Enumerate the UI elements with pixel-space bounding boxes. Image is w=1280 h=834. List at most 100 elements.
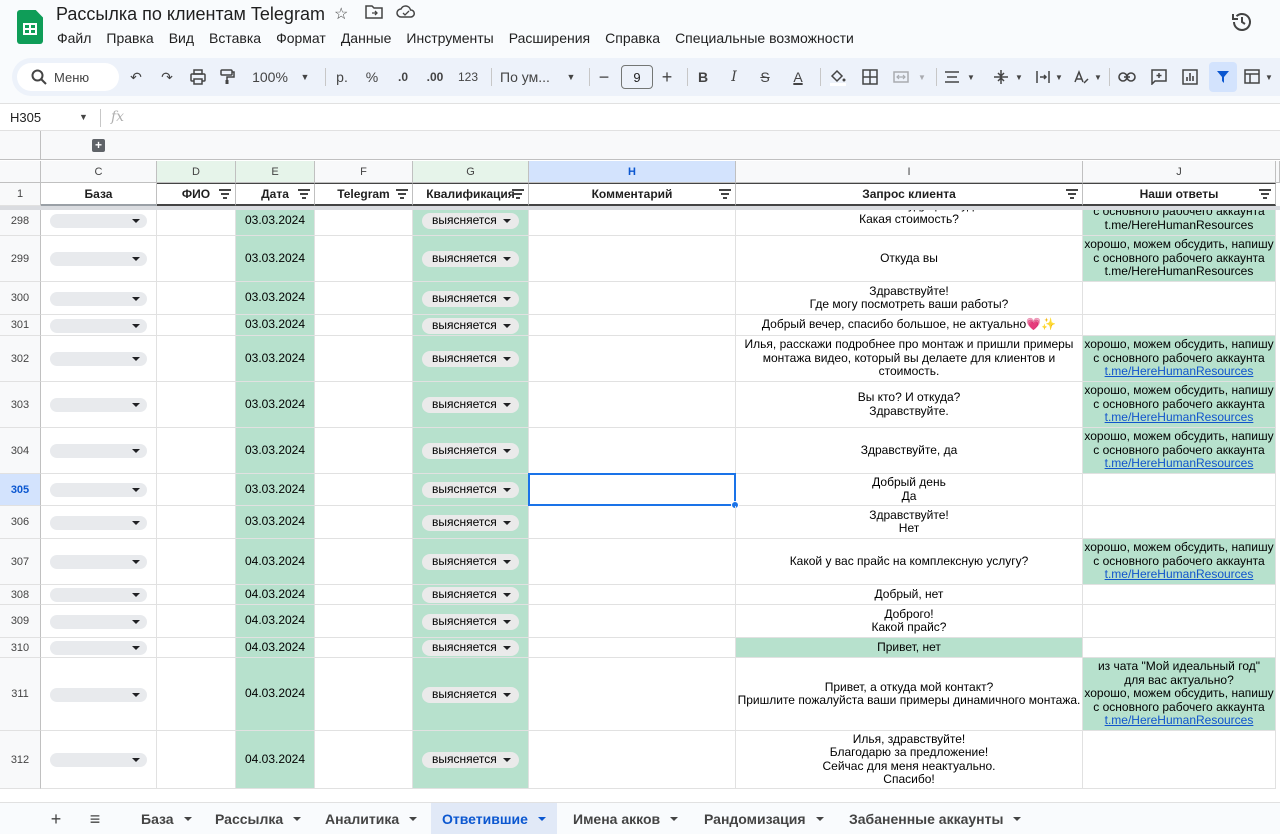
qualification-chip[interactable]: выясняется — [422, 482, 519, 498]
table-cell[interactable] — [315, 658, 413, 731]
table-cell[interactable] — [157, 585, 236, 605]
table-cell[interactable] — [1083, 506, 1276, 539]
row-header[interactable]: 303 — [0, 382, 41, 428]
table-cell[interactable]: 04.03.2024 — [236, 731, 315, 789]
menu-item[interactable]: Вставка — [209, 30, 261, 46]
table-cell[interactable]: Доброго! Какой прайс? — [736, 605, 1083, 638]
base-dropdown[interactable] — [50, 398, 147, 412]
table-cell[interactable]: выясняется — [413, 605, 529, 638]
table-cell[interactable] — [157, 382, 236, 428]
filter-views-chevron-icon[interactable]: ▼ — [1263, 58, 1275, 96]
table-cell[interactable] — [315, 282, 413, 315]
base-dropdown[interactable] — [50, 252, 147, 266]
chevron-down-icon[interactable] — [293, 817, 302, 821]
table-cell[interactable] — [529, 506, 736, 539]
sheet-tab[interactable]: Рандомизация — [693, 803, 835, 834]
table-cell[interactable] — [315, 539, 413, 585]
table-cell[interactable] — [41, 382, 157, 428]
chevron-down-icon[interactable] — [815, 817, 824, 821]
select-all-corner[interactable] — [0, 161, 41, 183]
fill-color-icon[interactable] — [827, 58, 849, 96]
valign-chevron-icon[interactable]: ▼ — [1013, 58, 1025, 96]
table-cell[interactable] — [41, 539, 157, 585]
base-dropdown[interactable] — [50, 214, 147, 228]
table-cell[interactable] — [315, 236, 413, 282]
strikethrough-button[interactable]: S — [755, 58, 775, 96]
menu-item[interactable]: Вид — [169, 30, 194, 46]
font-size-decrease-button[interactable]: − — [596, 58, 612, 96]
increase-decimal-button[interactable]: .00 — [422, 58, 448, 96]
table-cell[interactable] — [315, 585, 413, 605]
name-box-chevron-icon[interactable]: ▼ — [79, 112, 88, 122]
expand-group-icon[interactable]: + — [92, 139, 105, 152]
table-cell[interactable]: хорошо, можем обсудить, напишу с основно… — [1083, 428, 1276, 474]
table-cell[interactable] — [157, 282, 236, 315]
table-cell[interactable] — [157, 638, 236, 658]
row-header[interactable]: 300 — [0, 282, 41, 315]
table-cell[interactable] — [529, 336, 736, 382]
undo-icon[interactable]: ↶ — [125, 58, 147, 96]
paint-format-icon[interactable] — [216, 58, 238, 96]
table-cell[interactable]: выясняется — [413, 236, 529, 282]
wrap-chevron-icon[interactable]: ▼ — [1053, 58, 1065, 96]
table-cell[interactable]: выясняется — [413, 638, 529, 658]
table-cell[interactable] — [315, 336, 413, 382]
column-header-j[interactable]: J — [1083, 161, 1276, 183]
filter-icon[interactable] — [298, 189, 310, 199]
qualification-chip[interactable]: выясняется — [422, 752, 519, 768]
table-cell[interactable]: хорошо, можем обсудить, напишу с основно… — [1083, 236, 1276, 282]
table-cell[interactable] — [529, 539, 736, 585]
name-box[interactable]: H305 — [10, 110, 41, 125]
table-cell[interactable]: Привет, нет — [736, 638, 1083, 658]
reply-link[interactable]: t.me/HereHumanResources — [1105, 456, 1254, 471]
percent-format-button[interactable]: % — [362, 58, 382, 96]
qualification-chip[interactable]: выясняется — [422, 397, 519, 413]
filter-views-icon[interactable] — [1242, 58, 1264, 96]
sheet-grid[interactable]: + C D E F G H I J 1 База ФИО Дата Telegram Квалификац… — [0, 131, 1280, 802]
table-cell[interactable] — [1083, 315, 1276, 336]
table-cell[interactable] — [157, 428, 236, 474]
table-cell[interactable]: 03.03.2024 — [236, 206, 315, 236]
table-cell[interactable] — [529, 658, 736, 731]
column-header-f[interactable]: F — [315, 161, 413, 183]
font-size-input[interactable]: 9 — [621, 65, 653, 89]
search-menus[interactable]: Меню — [17, 63, 119, 91]
table-cell[interactable]: 03.03.2024 — [236, 315, 315, 336]
reply-link[interactable]: t.me/HereHumanResources — [1105, 364, 1254, 379]
table-cell[interactable]: Привет, а откуда мой контакт? Пришлите п… — [736, 658, 1083, 731]
table-cell[interactable]: Илья, здравствуйте! Благодарю за предлож… — [736, 731, 1083, 789]
row-header[interactable]: 309 — [0, 605, 41, 638]
table-cell[interactable]: выясняется — [413, 382, 529, 428]
table-cell[interactable] — [529, 585, 736, 605]
table-cell[interactable]: хорошо, можем обсудить, напишу с основно… — [1083, 336, 1276, 382]
table-cell[interactable] — [315, 731, 413, 789]
table-cell[interactable] — [315, 638, 413, 658]
borders-icon[interactable] — [859, 58, 881, 96]
qualification-chip[interactable]: выясняется — [422, 213, 519, 229]
print-icon[interactable] — [187, 58, 209, 96]
base-dropdown[interactable] — [50, 588, 147, 602]
table-cell[interactable]: 03.03.2024 — [236, 382, 315, 428]
table-cell[interactable] — [315, 474, 413, 506]
table-cell[interactable]: хорошо, можем обсудить, напишу с основно… — [1083, 382, 1276, 428]
chevron-down-icon[interactable] — [183, 817, 192, 821]
table-cell[interactable]: 04.03.2024 — [236, 658, 315, 731]
row-header[interactable]: 308 — [0, 585, 41, 605]
text-rotation-icon[interactable] — [1070, 58, 1092, 96]
table-cell[interactable] — [529, 382, 736, 428]
chevron-down-icon[interactable] — [409, 817, 418, 821]
table-cell[interactable]: выясняется — [413, 585, 529, 605]
filter-icon[interactable] — [396, 189, 408, 199]
table-cell[interactable] — [41, 282, 157, 315]
rotation-chevron-icon[interactable]: ▼ — [1092, 58, 1104, 96]
table-cell[interactable] — [1083, 585, 1276, 605]
table-cell[interactable]: Добрый день Да — [736, 474, 1083, 506]
sheet-tab[interactable]: База — [130, 803, 203, 834]
reply-link[interactable]: t.me/HereHumanResources — [1105, 713, 1254, 728]
bold-button[interactable]: B — [693, 58, 713, 96]
font-family-select[interactable]: По ум... — [500, 58, 560, 96]
menu-item[interactable]: Файл — [57, 30, 91, 46]
table-cell[interactable] — [1083, 474, 1276, 506]
table-cell[interactable] — [529, 605, 736, 638]
table-cell[interactable]: 04.03.2024 — [236, 585, 315, 605]
